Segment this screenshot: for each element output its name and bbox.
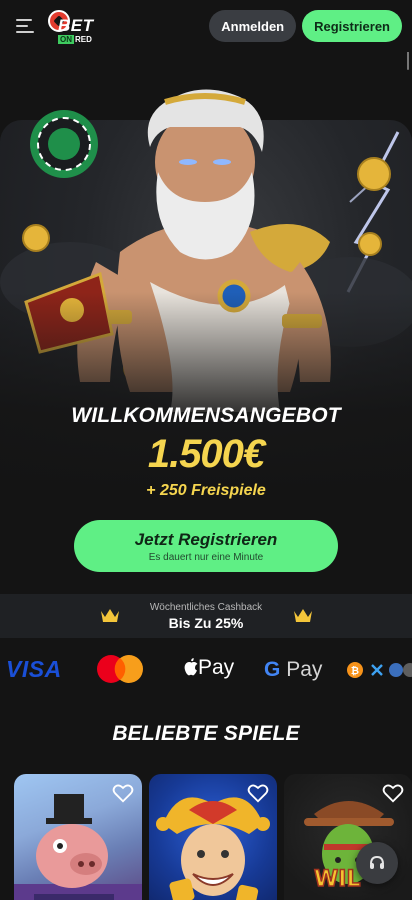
cashback-text: Wöchentliches Cashback Bis Zu 25% (150, 602, 262, 631)
crown-icon (294, 609, 312, 622)
google-g-icon: G (264, 658, 281, 681)
crown-icon (101, 609, 119, 622)
hero-banner[interactable]: WILLKOMMENSANGEBOT 1.500€ + 250 Freispie… (0, 52, 412, 592)
login-button[interactable]: Anmelden (209, 10, 297, 42)
mastercard-logo (97, 655, 143, 683)
cashback-label: Wöchentliches Cashback (149, 601, 263, 613)
game-tile-jester[interactable] (149, 774, 277, 900)
welcome-offer-title: WILLKOMMENSANGEBOT (71, 404, 341, 427)
crypto-icons: ₿ (347, 662, 412, 678)
google-pay-text: Pay (286, 658, 323, 681)
game-tile-pig[interactable] (14, 774, 142, 900)
favorite-heart-icon[interactable] (112, 782, 134, 804)
register-button[interactable]: Registrieren (302, 10, 402, 42)
brand-logo[interactable]: BET ON RED (46, 6, 102, 46)
free-spins-text: + 250 Freispiele (146, 482, 266, 499)
game-tile-wild-cactus[interactable]: WIL (284, 774, 412, 900)
support-chat-button[interactable] (356, 842, 398, 884)
register-now-label: Jetzt Registrieren (134, 529, 278, 549)
bonus-amount: 1.500€ (147, 432, 265, 476)
favorite-heart-icon[interactable] (247, 782, 269, 804)
menu-icon[interactable] (16, 19, 36, 33)
logo-bet-text: BET (58, 16, 94, 35)
apple-pay-text: Pay (198, 656, 235, 679)
wild-label: WIL (314, 867, 360, 892)
apple-icon (184, 658, 198, 676)
visa-logo: VISA (6, 656, 62, 682)
google-pay-logo: G Pay (264, 658, 322, 682)
apple-pay-logo: Pay (182, 656, 234, 680)
register-now-button[interactable]: Jetzt Registrieren Es dauert nur eine Mi… (74, 520, 338, 572)
header-actions: Anmelden Registrieren (209, 10, 402, 42)
register-now-sublabel: Es dauert nur eine Minute (148, 551, 264, 563)
poker-chip-icon (30, 110, 98, 178)
cashback-value: Bis Zu 25% (168, 614, 244, 631)
svg-text:₿: ₿ (351, 665, 359, 677)
favorite-heart-icon[interactable] (382, 782, 404, 804)
top-header: BET ON RED Anmelden Registrieren (0, 0, 412, 52)
logo-on-text: ON (58, 35, 74, 44)
headset-icon (370, 855, 384, 869)
page: BET ON RED Anmelden Registrieren WILLKOM… (0, 0, 412, 900)
logo-red-text: RED (75, 35, 92, 44)
popular-games-title: BELIEBTE SPIELE (112, 722, 300, 745)
cashback-banner[interactable]: Wöchentliches Cashback Bis Zu 25% (0, 594, 412, 638)
payment-methods: VISA Pay G Pay ₿ (0, 646, 412, 692)
